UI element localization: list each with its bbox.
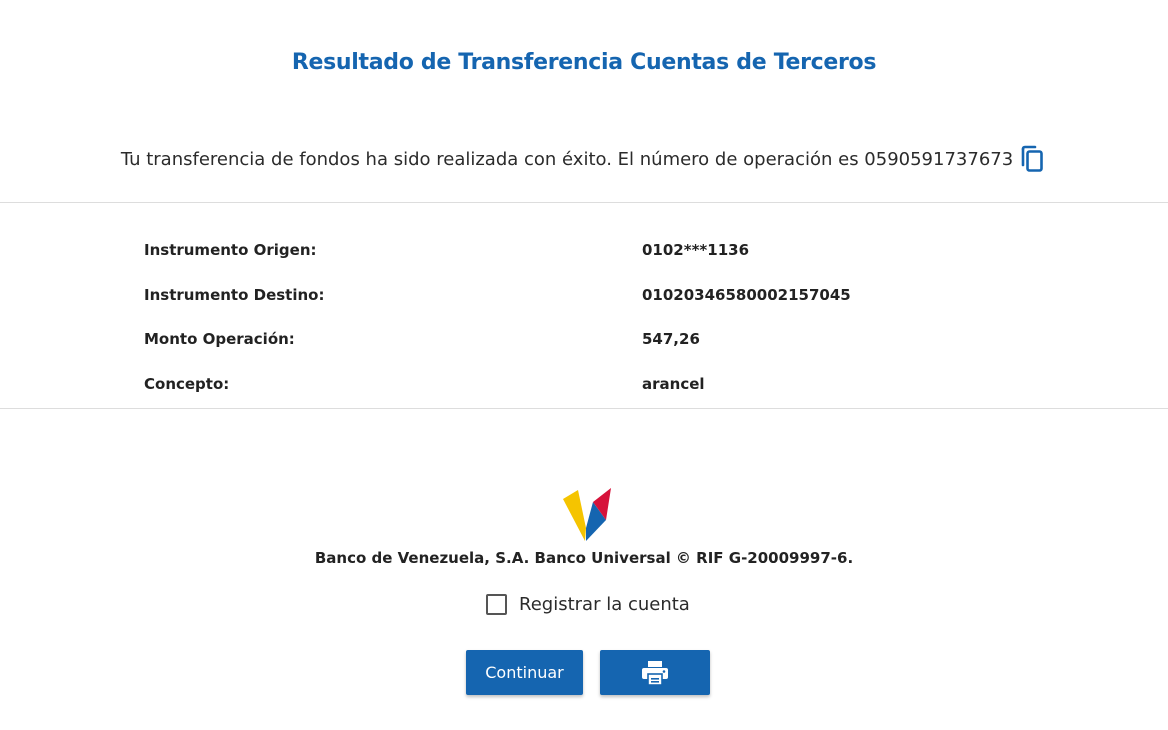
detail-label: Concepto:: [144, 374, 230, 393]
detail-value: 0102***1136: [642, 241, 750, 260]
detail-value: 547,26: [642, 330, 700, 349]
detail-row-destino: Instrumento Destino: 0102034658000215704…: [144, 273, 1044, 318]
detail-row-origen: Instrumento Origen: 0102***1136: [144, 228, 1044, 273]
divider-bottom: [0, 408, 1168, 409]
transfer-result-page: Resultado de Transferencia Cuentas de Te…: [0, 0, 1168, 730]
printer-icon: [641, 660, 669, 686]
detail-value: arancel: [642, 374, 705, 393]
register-account-checkbox[interactable]: [486, 594, 507, 615]
detail-value: 01020346580002157045: [642, 285, 851, 304]
copy-icon[interactable]: [1019, 144, 1047, 174]
register-account-label: Registrar la cuenta: [519, 594, 690, 615]
success-message: Tu transferencia de fondos ha sido reali…: [0, 144, 1168, 174]
continue-button[interactable]: Continuar: [466, 650, 583, 695]
detail-row-monto: Monto Operación: 547,26: [144, 317, 1044, 362]
detail-label: Instrumento Destino:: [144, 285, 325, 304]
bank-logo: [561, 486, 615, 544]
register-account-toggle[interactable]: Registrar la cuenta: [486, 594, 690, 615]
print-button[interactable]: [600, 650, 710, 695]
divider-top: [0, 202, 1168, 203]
detail-label: Instrumento Origen:: [144, 241, 317, 260]
bank-footer-text: Banco de Venezuela, S.A. Banco Universal…: [314, 549, 854, 567]
page-title: Resultado de Transferencia Cuentas de Te…: [291, 50, 877, 75]
details-list: Instrumento Origen: 0102***1136 Instrume…: [144, 228, 1044, 406]
detail-row-concepto: Concepto: arancel: [144, 362, 1044, 407]
success-message-text: Tu transferencia de fondos ha sido reali…: [120, 148, 1014, 170]
detail-label: Monto Operación:: [144, 330, 295, 349]
